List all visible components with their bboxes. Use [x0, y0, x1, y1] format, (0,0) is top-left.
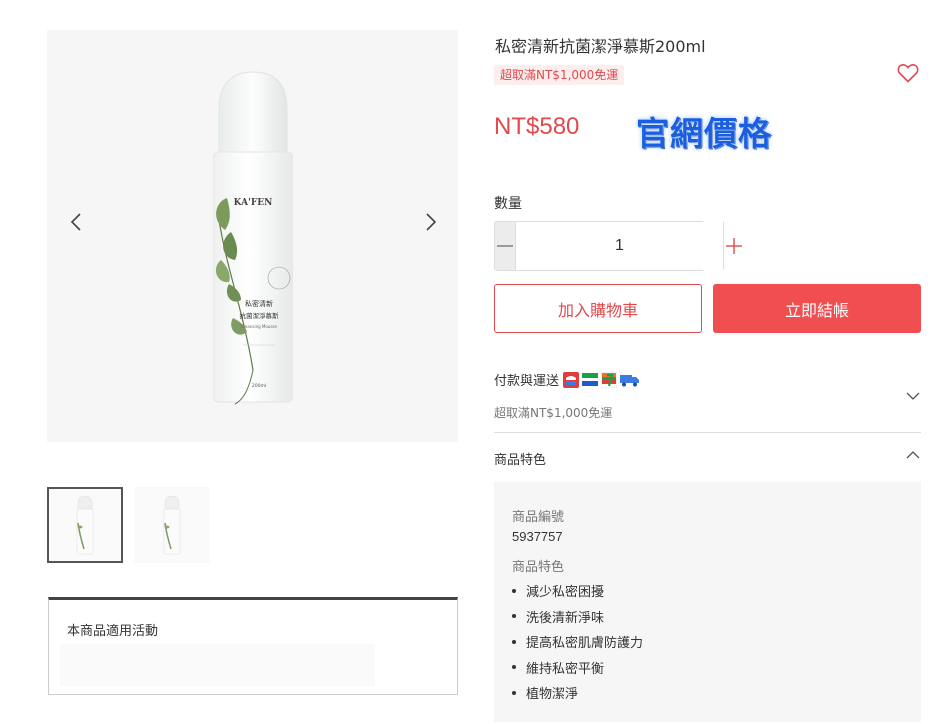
quantity-stepper: [494, 221, 742, 271]
bottle-line-3: Cleansing Mousse: [241, 324, 277, 329]
add-to-cart-button[interactable]: 加入購物車: [494, 284, 702, 333]
quantity-input[interactable]: [516, 222, 723, 270]
plus-icon: [726, 238, 742, 254]
gallery-prev-button[interactable]: [64, 210, 88, 234]
minus-icon: [497, 245, 513, 247]
post-office-icon: [563, 371, 580, 388]
product-code-label: 商品編號: [512, 510, 565, 525]
promotion-title: 本商品適用活動: [67, 624, 159, 639]
bottle-volume: 200ml: [252, 383, 266, 389]
chevron-down-icon: [906, 392, 920, 400]
payment-shipping-subtext: 超取滿NT$1,000免運: [494, 406, 613, 420]
payment-shipping-row[interactable]: 付款與運送: [494, 370, 640, 389]
chevron-left-icon: [70, 213, 81, 231]
shipping-badge: 超取滿NT$1,000免運: [494, 65, 625, 85]
promotion-content: [60, 644, 375, 686]
bottle-line-2: 抗菌潔淨慕斯: [240, 311, 280, 320]
thumbnail-1[interactable]: [47, 487, 123, 563]
payment-shipping-label: 付款與運送: [494, 374, 560, 389]
quantity-label: 數量: [494, 196, 522, 212]
official-price-overlay: 官網價格: [636, 114, 772, 153]
quantity-decrease-button[interactable]: [495, 222, 516, 270]
family-mart-icon: [582, 371, 599, 388]
delivery-truck-icon: [620, 374, 640, 386]
list-item: 植物潔淨: [512, 680, 643, 706]
chevron-up-icon: [906, 451, 920, 459]
seven-eleven-icon: [601, 371, 618, 388]
list-item: 維持私密平衡: [512, 655, 643, 681]
bottle-brand: KA'FEN: [234, 198, 273, 208]
features-collapse-button[interactable]: [905, 447, 921, 463]
product-code-value: 5937757: [512, 529, 563, 544]
list-item: 洗後清新淨味: [512, 604, 643, 630]
product-price: NT$580: [494, 113, 580, 140]
list-item: 減少私密困擾: [512, 578, 643, 604]
buy-now-button[interactable]: 立即結帳: [713, 284, 921, 333]
product-image: KA'FEN 私密清新 抗菌潔淨慕斯 Cleansing Mousse 200m…: [212, 70, 294, 405]
list-item: 提高私密肌膚防護力: [512, 629, 643, 655]
wishlist-button[interactable]: [896, 61, 920, 85]
thumbnail-2[interactable]: [134, 487, 210, 563]
features-section-header[interactable]: 商品特色: [494, 449, 546, 468]
gallery-next-button[interactable]: [419, 210, 443, 234]
features-label: 商品特色: [512, 560, 565, 575]
bottle-line-1: 私密清新: [245, 299, 273, 308]
heart-icon: [897, 64, 919, 83]
chevron-right-icon: [426, 213, 437, 231]
quantity-increase-button[interactable]: [723, 222, 744, 270]
features-list: 減少私密困擾 洗後清新淨味 提高私密肌膚防護力 維持私密平衡 植物潔淨: [512, 578, 643, 706]
product-title: 私密清新抗菌潔淨慕斯200ml: [495, 37, 706, 56]
section-divider: [494, 432, 921, 433]
payment-expand-button[interactable]: [905, 388, 921, 404]
